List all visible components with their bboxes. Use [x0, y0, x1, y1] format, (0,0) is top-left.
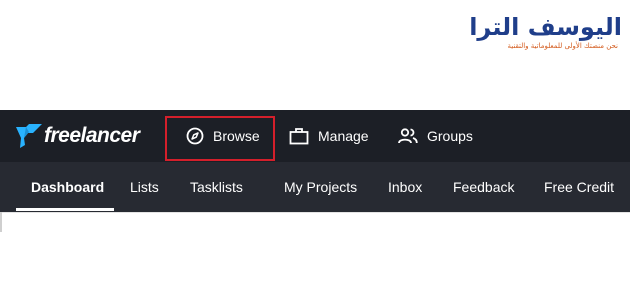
freelancer-logo[interactable]: freelancer: [16, 124, 140, 148]
active-tab-indicator: [16, 208, 114, 211]
left-edge-border: [0, 212, 2, 232]
header-bottom-border: [0, 212, 630, 213]
manage-label: Manage: [318, 128, 369, 144]
tab-free-credit[interactable]: Free Credit: [544, 162, 614, 212]
tab-inbox[interactable]: Inbox: [388, 162, 422, 212]
tab-lists[interactable]: Lists: [130, 162, 159, 212]
manage-nav-item[interactable]: Manage: [289, 110, 369, 162]
site-watermark-logo: اليوسف الترا نحن منصتك الأولى للمعلوماتي…: [469, 12, 628, 58]
groups-nav-item[interactable]: Groups: [398, 110, 473, 162]
tab-dashboard[interactable]: Dashboard: [31, 162, 104, 212]
brand-name: freelancer: [44, 124, 140, 147]
tab-my-projects[interactable]: My Projects: [284, 162, 357, 212]
groups-label: Groups: [427, 128, 473, 144]
users-icon: [398, 128, 418, 144]
secondary-navigation-bar: Dashboard Lists Tasklists My Projects In…: [0, 162, 630, 212]
tab-feedback[interactable]: Feedback: [453, 162, 514, 212]
browse-nav-item[interactable]: Browse: [186, 110, 260, 162]
freelancer-bird-icon: [16, 124, 42, 148]
briefcase-icon: [289, 128, 309, 145]
watermark-subtitle: نحن منصتك الأولى للمعلوماتية والتقنية: [507, 42, 618, 50]
watermark-title: اليوسف الترا: [469, 13, 622, 41]
freelancer-header: freelancer Browse Manage Groups Dashboar…: [0, 110, 630, 212]
compass-icon: [186, 127, 204, 145]
browse-label: Browse: [213, 128, 260, 144]
top-navigation-bar: freelancer Browse Manage Groups: [0, 110, 630, 162]
tab-tasklists[interactable]: Tasklists: [190, 162, 243, 212]
